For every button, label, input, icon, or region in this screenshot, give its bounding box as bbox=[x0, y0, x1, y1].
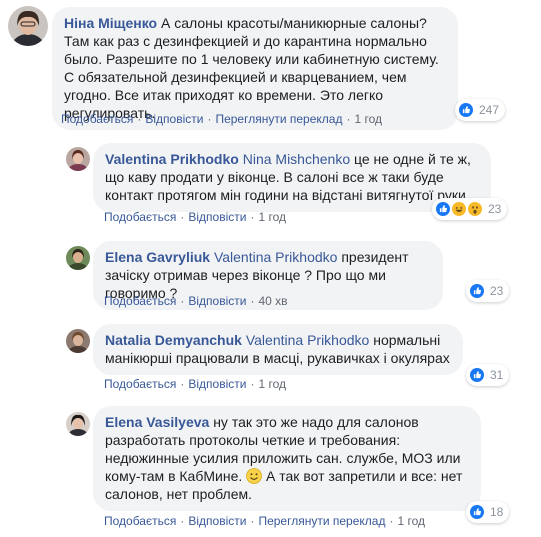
comment-time[interactable]: 40 хв bbox=[258, 294, 287, 308]
separator: · bbox=[180, 377, 185, 391]
separator: · bbox=[250, 377, 255, 391]
comment-author[interactable]: Elena Gavryliuk bbox=[105, 249, 210, 265]
comment-time[interactable]: 1 год bbox=[258, 210, 286, 224]
reaction-summary[interactable]: 31 bbox=[466, 364, 510, 386]
comment-author[interactable]: Ніна Міщенко bbox=[64, 15, 157, 31]
mention-link[interactable]: Nina Mishchenko bbox=[243, 151, 350, 167]
comment-bubble: Natalia Demyanchuk Valentina Prikhodko н… bbox=[93, 324, 463, 375]
comment-bubble: Elena Vasilyeva ну так это же надо для с… bbox=[93, 406, 481, 511]
avatar[interactable] bbox=[66, 329, 90, 353]
comment-author[interactable]: Natalia Demyanchuk bbox=[105, 332, 242, 348]
like-button[interactable]: Подобається bbox=[104, 294, 176, 308]
reply-button[interactable]: Відповісти bbox=[145, 112, 203, 126]
avatar[interactable] bbox=[66, 412, 90, 436]
comment-time[interactable]: 1 год bbox=[354, 112, 382, 126]
comment-actions: Подобається · Відповісти · 1 год bbox=[104, 376, 286, 392]
comment-actions: Подобається · Відповісти · Переглянути перек… bbox=[104, 513, 425, 529]
separator: · bbox=[137, 112, 142, 126]
like-button[interactable]: Подобається bbox=[104, 210, 176, 224]
reaction-summary[interactable]: 247 bbox=[455, 99, 506, 121]
see-translation-button[interactable]: Переглянути переклад bbox=[215, 112, 342, 126]
smile-emoji-icon bbox=[246, 468, 263, 484]
comment-time[interactable]: 1 год bbox=[397, 514, 425, 528]
avatar[interactable] bbox=[66, 246, 90, 270]
like-button[interactable]: Подобається bbox=[61, 112, 133, 126]
reaction-summary[interactable]: 23 bbox=[466, 280, 510, 302]
see-translation-button[interactable]: Переглянути переклад bbox=[258, 514, 385, 528]
comment-actions: Подобається · Відповісти · 1 год bbox=[104, 209, 286, 225]
separator: · bbox=[250, 514, 255, 528]
separator: · bbox=[180, 514, 185, 528]
comment-author[interactable]: Elena Vasilyeva bbox=[105, 414, 209, 430]
comment-author[interactable]: Valentina Prikhodko bbox=[105, 151, 239, 167]
reply-button[interactable]: Відповісти bbox=[188, 210, 246, 224]
avatar[interactable] bbox=[66, 147, 90, 171]
separator: · bbox=[250, 210, 255, 224]
mention-link[interactable]: Valentina Prikhodko bbox=[214, 249, 337, 265]
like-icon bbox=[468, 282, 486, 300]
reaction-count: 247 bbox=[479, 103, 500, 117]
separator: · bbox=[389, 514, 394, 528]
mention-link[interactable]: Valentina Prikhodko bbox=[246, 332, 369, 348]
reaction-count: 31 bbox=[490, 368, 504, 382]
reply-button[interactable]: Відповісти bbox=[188, 294, 246, 308]
separator: · bbox=[180, 294, 185, 308]
separator: · bbox=[207, 112, 212, 126]
wow-icon bbox=[466, 200, 484, 218]
like-icon bbox=[468, 503, 486, 521]
separator: · bbox=[250, 294, 255, 308]
reaction-summary[interactable]: 18 bbox=[466, 501, 510, 523]
comment-time[interactable]: 1 год bbox=[258, 377, 286, 391]
reply-button[interactable]: Відповісти bbox=[188, 514, 246, 528]
reaction-summary[interactable]: 23 bbox=[432, 198, 508, 220]
like-button[interactable]: Подобається bbox=[104, 514, 176, 528]
avatar[interactable] bbox=[8, 6, 48, 46]
like-button[interactable]: Подобається bbox=[104, 377, 176, 391]
separator: · bbox=[180, 210, 185, 224]
like-icon bbox=[457, 101, 475, 119]
reaction-count: 18 bbox=[490, 505, 504, 519]
comment-actions: Подобається · Відповісти · 40 хв bbox=[104, 293, 288, 309]
separator: · bbox=[346, 112, 351, 126]
reaction-count: 23 bbox=[488, 202, 502, 216]
comment-bubble: Valentina Prikhodko Nina Mishchenko це н… bbox=[93, 143, 491, 212]
reaction-count: 23 bbox=[490, 284, 504, 298]
like-icon bbox=[468, 366, 486, 384]
comment-actions: Подобається · Відповісти · Переглянути перек… bbox=[61, 111, 382, 127]
reply-button[interactable]: Відповісти bbox=[188, 377, 246, 391]
